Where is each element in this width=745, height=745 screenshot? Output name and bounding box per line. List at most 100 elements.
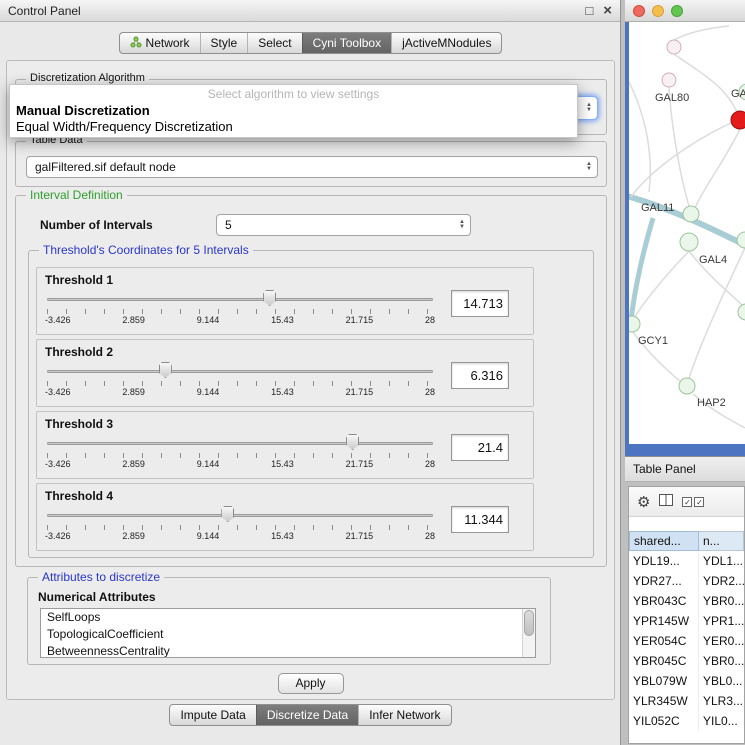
numerical-attributes-list[interactable]: SelfLoopsTopologicalCoefficientBetweenne…	[40, 608, 536, 658]
slider-thumb[interactable]	[159, 362, 172, 378]
table-row[interactable]: YLR345WYLR3...	[629, 691, 744, 711]
tab-infer-network[interactable]: Infer Network	[358, 705, 450, 725]
tick-label: 15.43	[271, 315, 294, 325]
tab-discretize-data[interactable]: Discretize Data	[256, 705, 358, 725]
algorithm-group-title: Discretization Algorithm	[26, 72, 149, 84]
network-node[interactable]	[731, 111, 745, 129]
network-node[interactable]	[680, 233, 698, 251]
tick-label: -3.426	[45, 315, 71, 325]
attributes-group-title: Attributes to discretize	[38, 570, 164, 584]
tab-select[interactable]: Select	[247, 33, 301, 53]
zoom-traffic-button[interactable]	[671, 5, 683, 17]
threshold-3-value-field[interactable]: 21.4	[451, 434, 509, 461]
table-row[interactable]: YBR045CYBR0...	[629, 651, 744, 671]
network-edge	[669, 87, 689, 206]
threshold-4-slider[interactable]: -3.4262.8599.14415.4321.71528	[45, 506, 435, 546]
close-icon[interactable]: ×	[603, 2, 612, 19]
slider-thumb[interactable]	[221, 506, 234, 522]
table-row[interactable]: YIL052CYIL0...	[629, 711, 744, 731]
network-node[interactable]	[683, 206, 699, 222]
dropdown-option-equal-width[interactable]: Equal Width/Frequency Discretization	[10, 118, 577, 134]
table-row[interactable]: YBR043CYBR0...	[629, 591, 744, 611]
columns-icon[interactable]	[659, 494, 673, 509]
tick-label: 28	[425, 531, 435, 541]
threshold-3-box: Threshold 3 -3.4262.8599.14415.4321.7152…	[36, 411, 534, 479]
table-row[interactable]: YDL19...YDL1...	[629, 551, 744, 571]
scrollbar-thumb[interactable]	[524, 610, 534, 636]
tick-label: 2.859	[122, 387, 145, 397]
network-node[interactable]	[737, 232, 745, 248]
slider-thumb[interactable]	[263, 290, 276, 306]
control-panel-titlebar: Control Panel □ ×	[0, 0, 620, 22]
table-cell: YBR043C	[629, 591, 699, 611]
tab-impute-data[interactable]: Impute Data	[170, 705, 255, 725]
apply-button[interactable]: Apply	[278, 673, 344, 694]
threshold-2-value-field[interactable]: 6.316	[451, 362, 509, 389]
network-node[interactable]	[667, 40, 681, 54]
top-tab-row: Network Style Select Cyni Toolbox jActiv…	[0, 32, 621, 54]
stepper-icon: ▲▼	[459, 220, 465, 230]
threshold-1-value-field[interactable]: 14.713	[451, 290, 509, 317]
tick-label: 28	[425, 459, 435, 469]
number-of-intervals-label: Number of Intervals	[40, 218, 153, 232]
dropdown-placeholder-option[interactable]: Select algorithm to view settings	[10, 87, 577, 102]
tab-network[interactable]: Network	[120, 33, 200, 53]
tab-cyni-toolbox[interactable]: Cyni Toolbox	[302, 33, 391, 53]
algorithm-dropdown-popup: Select algorithm to view settings Manual…	[9, 84, 578, 138]
table-row[interactable]: YER054CYER0...	[629, 631, 744, 651]
top-tab-strip: Network Style Select Cyni Toolbox jActiv…	[119, 32, 503, 54]
column-header-shared-name[interactable]: shared...	[629, 531, 699, 551]
bottom-tab-strip: Impute Data Discretize Data Infer Networ…	[169, 704, 451, 726]
tab-jactivemnodules[interactable]: jActiveMNodules	[391, 33, 501, 53]
checkbox-icon[interactable]: ✓	[694, 497, 704, 507]
slider-tick-labels: -3.4262.8599.14415.4321.71528	[45, 459, 435, 469]
attribute-list-item[interactable]: SelfLoops	[41, 609, 535, 626]
thresholds-group: Threshold's Coordinates for 5 Intervals …	[28, 250, 594, 558]
close-traffic-button[interactable]	[633, 5, 645, 17]
attribute-list-item[interactable]: TopologicalCoefficient	[41, 626, 535, 643]
tab-style-label: Style	[211, 36, 238, 50]
table-cell: YDR27...	[629, 571, 699, 591]
dropdown-option-manual[interactable]: Manual Discretization	[10, 102, 577, 118]
network-node[interactable]	[662, 73, 676, 87]
table-data-select[interactable]: galFiltered.sif default node ▲▼	[26, 156, 598, 178]
threshold-4-value-field[interactable]: 11.344	[451, 506, 509, 533]
threshold-3-label: Threshold 3	[45, 417, 113, 431]
list-scrollbar[interactable]	[522, 609, 535, 657]
threshold-4-label: Threshold 4	[45, 489, 113, 503]
network-node[interactable]	[738, 304, 745, 320]
threshold-1-slider[interactable]: -3.4262.8599.14415.4321.71528	[45, 290, 435, 330]
network-canvas[interactable]: GAL80GAGAL11GAL4GCY1HAP2	[629, 22, 745, 444]
gear-icon[interactable]: ⚙	[637, 493, 650, 511]
tab-style[interactable]: Style	[200, 33, 248, 53]
tick-label: -3.426	[45, 531, 71, 541]
number-of-intervals-select[interactable]: 5 ▲▼	[216, 214, 471, 236]
stepper-icon: ▲▼	[586, 162, 592, 172]
tick-label: 2.859	[122, 459, 145, 469]
table-cell: YIL0...	[699, 711, 744, 731]
network-node[interactable]	[629, 316, 640, 332]
maximize-icon[interactable]: □	[585, 3, 593, 18]
threshold-2-slider[interactable]: -3.4262.8599.14415.4321.71528	[45, 362, 435, 402]
slider-tick-labels: -3.4262.8599.14415.4321.71528	[45, 531, 435, 541]
network-node-label: GCY1	[638, 335, 668, 347]
column-header-name[interactable]: n...	[699, 531, 744, 551]
slider-track	[47, 370, 433, 373]
node-table-window: ⚙ ✓ ✓ shared... n... YDL19...YDL1...YDR2…	[628, 486, 745, 744]
threshold-3-slider[interactable]: -3.4262.8599.14415.4321.71528	[45, 434, 435, 474]
table-row[interactable]: YPR145WYPR1...	[629, 611, 744, 631]
threshold-1-label: Threshold 1	[45, 273, 113, 287]
slider-thumb[interactable]	[346, 434, 359, 450]
network-node[interactable]	[679, 378, 695, 394]
table-row[interactable]: YBL079WYBL0...	[629, 671, 744, 691]
minimize-traffic-button[interactable]	[652, 5, 664, 17]
table-data-group: Table Data galFiltered.sif default node …	[15, 141, 607, 187]
tab-infer-label: Infer Network	[369, 708, 440, 722]
table-row[interactable]: YDR27...YDR2...	[629, 571, 744, 591]
tick-label: 2.859	[122, 315, 145, 325]
table-cell: YLR3...	[699, 691, 744, 711]
attribute-list-item[interactable]: BetweennessCentrality	[41, 643, 535, 658]
network-edge	[629, 82, 650, 192]
checkbox-icon[interactable]: ✓	[682, 497, 692, 507]
table-cell: YIL052C	[629, 711, 699, 731]
